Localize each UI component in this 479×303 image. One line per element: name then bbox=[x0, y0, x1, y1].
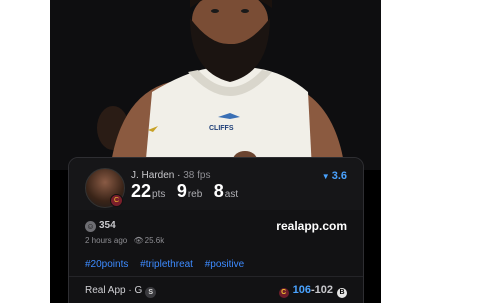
score-home: 106 bbox=[292, 284, 311, 296]
player-info: J. Harden · 38 fps bbox=[131, 170, 211, 181]
smiley-icon: ☺ bbox=[85, 221, 96, 232]
source-line[interactable]: Real App · GS bbox=[85, 285, 157, 298]
hashtag[interactable]: #positive bbox=[205, 259, 244, 270]
rating-value: 3.6 bbox=[331, 170, 347, 182]
fantasy-points: 38 fps bbox=[183, 170, 211, 181]
stat-unit-ast: ast bbox=[224, 189, 239, 200]
nets-logo-icon: B bbox=[337, 288, 347, 298]
jersey-sponsor-text: CLIFFS bbox=[209, 125, 234, 132]
cavaliers-logo-icon: C bbox=[278, 288, 289, 298]
stat-unit-pts: pts bbox=[152, 189, 166, 200]
rating-badge[interactable]: ▼ 3.6 bbox=[322, 170, 347, 182]
view-count: 25.6k bbox=[144, 236, 165, 245]
stat-value-reb: 9 bbox=[176, 181, 187, 201]
score-away: 102 bbox=[314, 284, 333, 296]
phone-screen: CLIFFS C J. Harden · 38 fps ▼ 3.6 22pts 9… bbox=[50, 0, 381, 303]
time-ago: 2 hours ago bbox=[85, 236, 128, 245]
source-text: Real App · G bbox=[85, 285, 143, 296]
source-badge: S bbox=[145, 287, 157, 298]
stat-value-pts: 22 bbox=[131, 181, 152, 201]
triangle-icon: ▼ bbox=[321, 172, 330, 181]
stats-card[interactable]: C J. Harden · 38 fps ▼ 3.6 22pts 9reb 8as… bbox=[68, 157, 364, 303]
player-name[interactable]: J. Harden bbox=[131, 170, 174, 181]
stat-value-ast: 8 bbox=[213, 181, 224, 201]
stat-line: 22pts 9reb 8ast bbox=[131, 181, 245, 202]
site-link[interactable]: realapp.com bbox=[276, 219, 347, 233]
hashtag-row: #20points #triplethreat #positive bbox=[85, 259, 253, 270]
reaction-button[interactable]: ☺ 354 bbox=[85, 220, 116, 232]
player-photo-illustration: CLIFFS bbox=[50, 0, 381, 170]
game-score[interactable]: C 106-102 B bbox=[278, 284, 347, 298]
post-image[interactable]: CLIFFS bbox=[50, 0, 381, 170]
post-meta: 2 hours ago 👁25.6k bbox=[85, 236, 164, 245]
hashtag[interactable]: #triplethreat bbox=[140, 259, 193, 270]
hashtag[interactable]: #20points bbox=[85, 259, 128, 270]
stat-unit-reb: reb bbox=[187, 189, 203, 200]
divider bbox=[69, 276, 363, 277]
separator: · bbox=[174, 170, 184, 181]
eye-icon: 👁 bbox=[133, 236, 144, 245]
team-logo-icon: C bbox=[110, 194, 123, 207]
reaction-count: 354 bbox=[99, 220, 116, 231]
